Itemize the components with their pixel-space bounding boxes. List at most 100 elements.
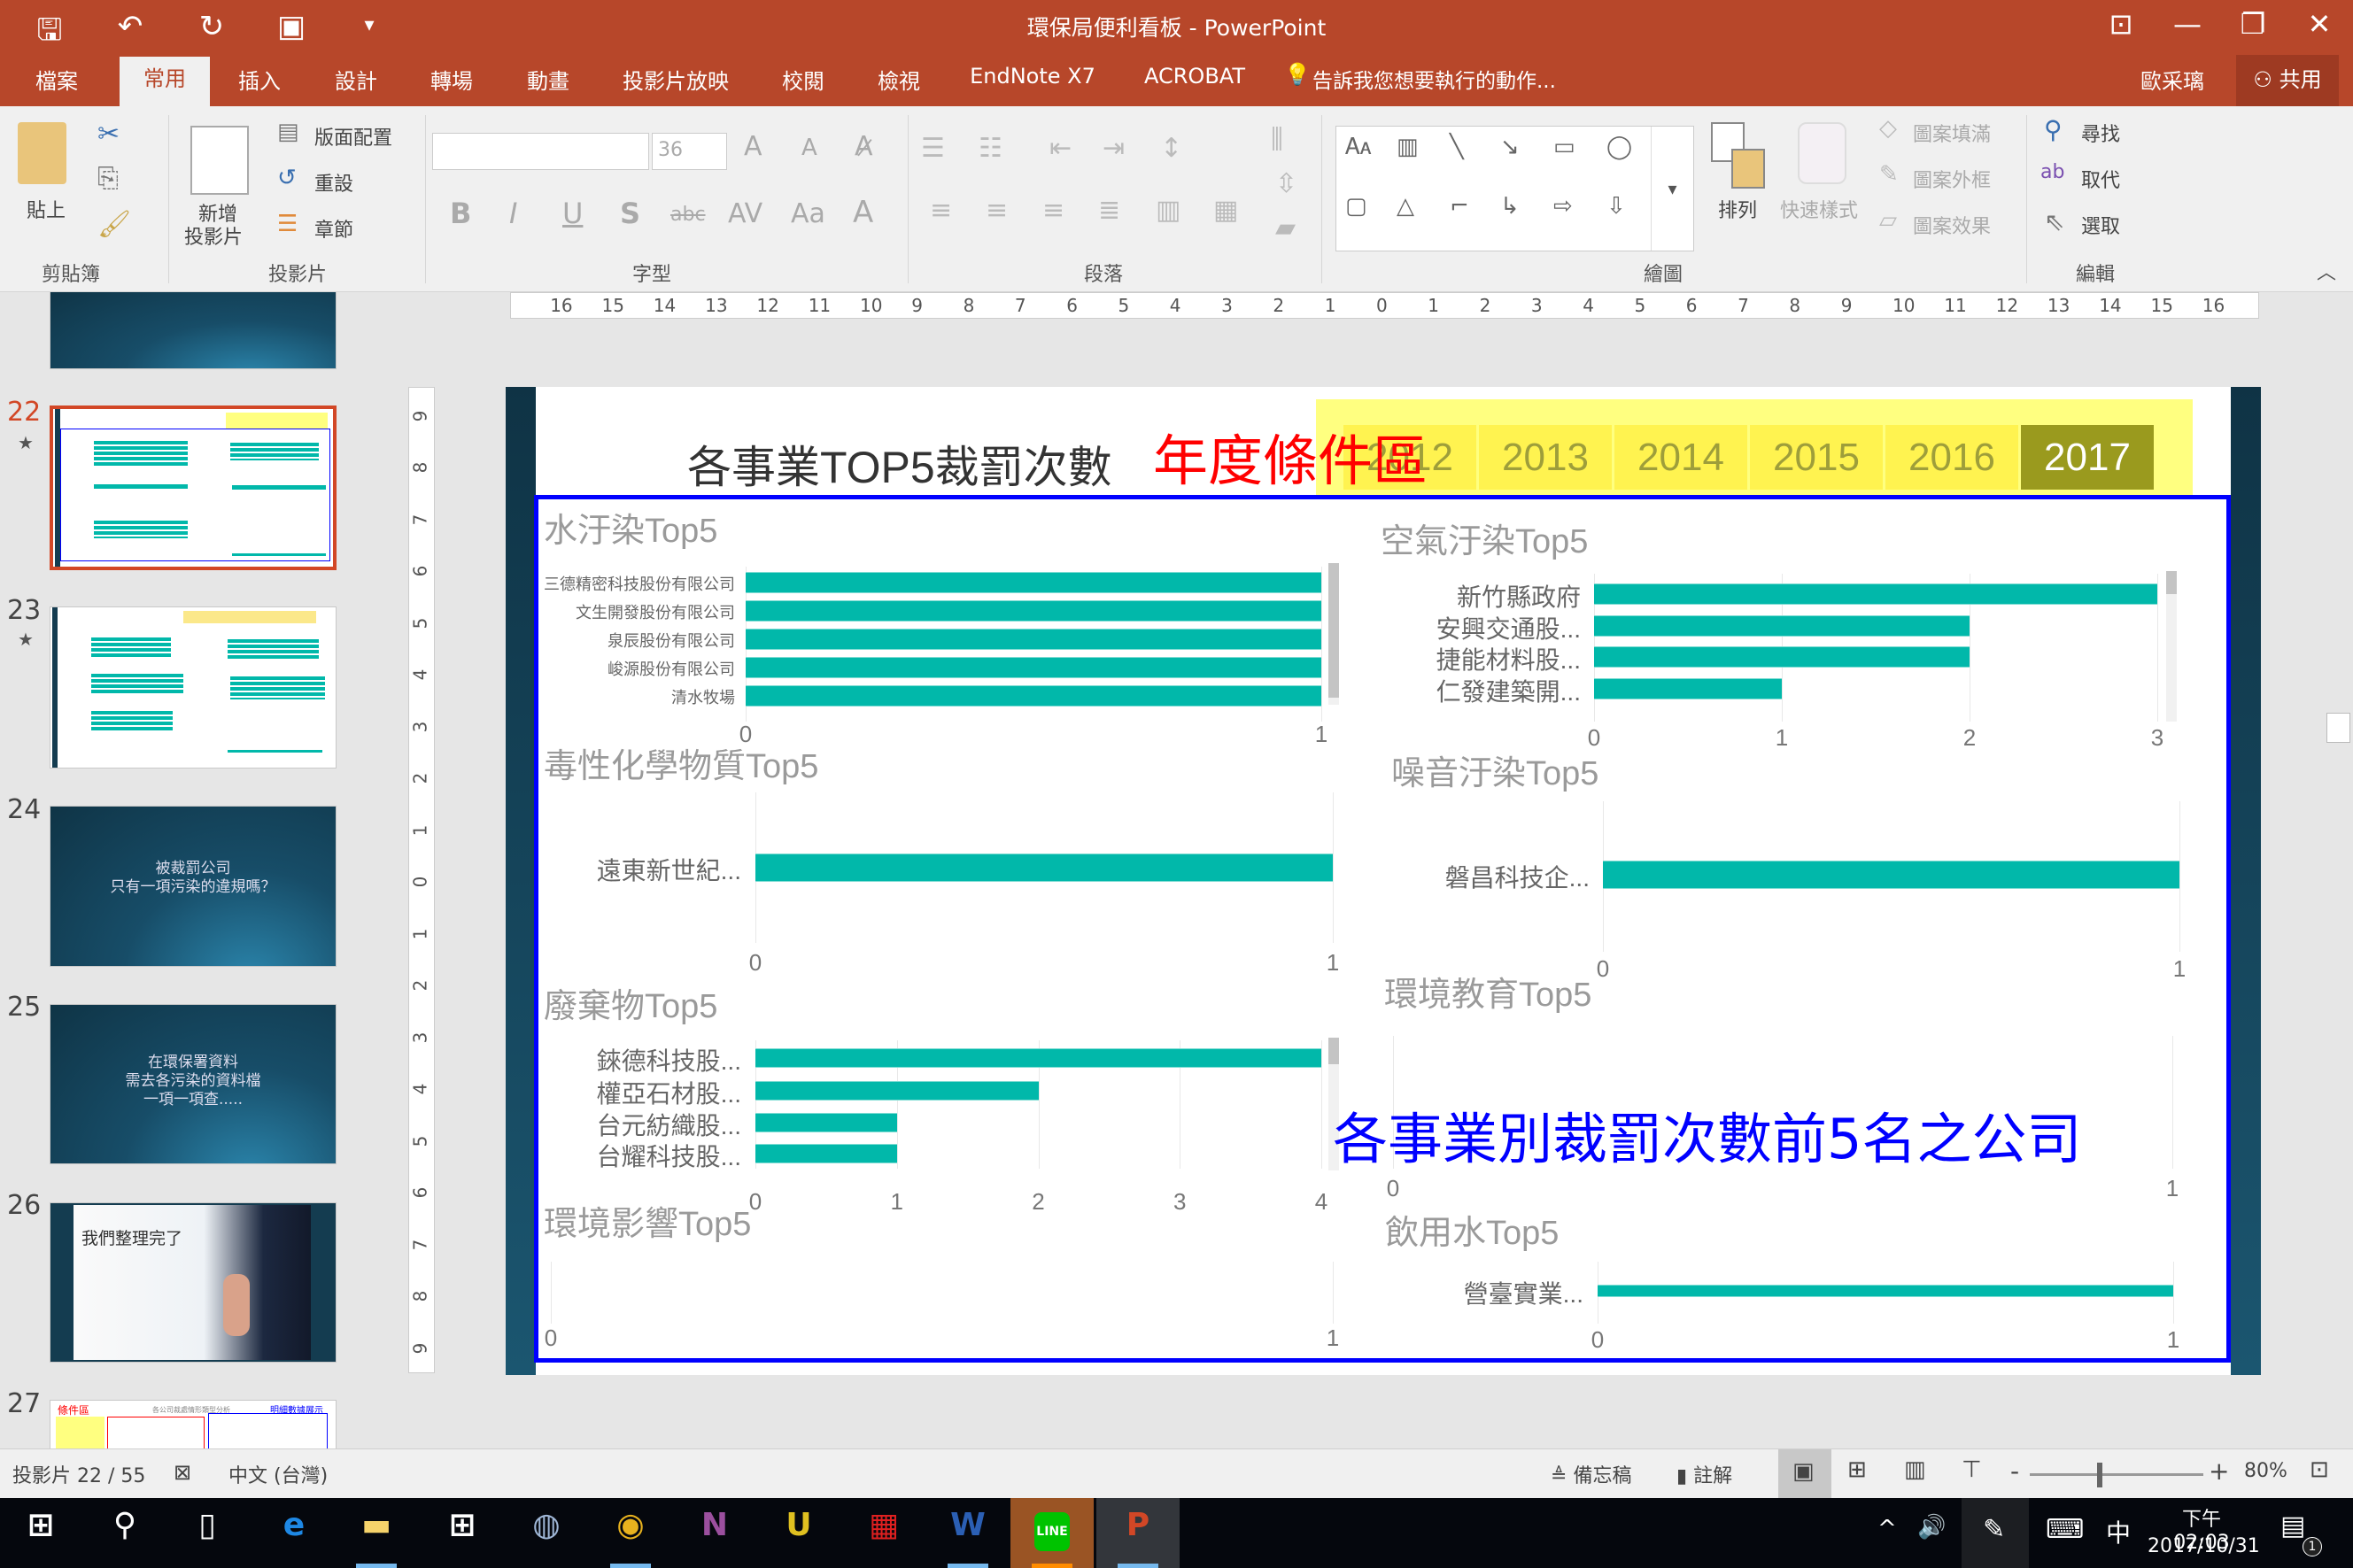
normal-view-button[interactable]: ▣ — [1778, 1449, 1831, 1499]
language-indicator[interactable]: 中文 (台灣) — [228, 1460, 328, 1488]
rectangle-icon[interactable]: ▭ — [1553, 134, 1575, 160]
slide-thumbnail-26[interactable]: 我們整理完了 — [50, 1202, 337, 1363]
slideshow-view-icon[interactable]: ⊤ — [1962, 1456, 1982, 1483]
action-center-icon[interactable]: ▤ — [2280, 1510, 2305, 1541]
taskbar-app-word[interactable]: W — [926, 1498, 1010, 1568]
share-button[interactable]: ⚇ 共用 — [2236, 55, 2339, 106]
tab-home[interactable]: 常用 — [120, 57, 210, 106]
tab-review[interactable]: 校閱 — [782, 64, 824, 95]
ribbon-display-options-icon[interactable]: ⊡ — [2094, 7, 2148, 41]
chart-scrollbar[interactable] — [2166, 571, 2177, 722]
shapes-gallery[interactable]: 🗛 ▥ ╲ ↘ ▭ ◯ ▢ △ ⌐ ↳ ⇨ ⇩ ▾ — [1335, 126, 1694, 251]
slide-thumbnail-27[interactable]: 條件區 各公司裁處情形類型分析 明細數據展示 — [50, 1400, 337, 1448]
character-spacing-button[interactable]: AV — [728, 198, 762, 229]
tab-animations[interactable]: 動畫 — [527, 64, 569, 95]
tab-view[interactable]: 檢視 — [878, 64, 920, 95]
taskbar-app-task-view[interactable]: ▯ — [166, 1498, 249, 1568]
arrow-line-icon[interactable]: ↘ — [1500, 134, 1520, 160]
year-button-2014[interactable]: 2014 — [1614, 425, 1747, 490]
category-label[interactable]: 遠東新世紀... — [387, 852, 741, 887]
columns-icon[interactable]: ▥ — [1156, 195, 1180, 226]
year-button-2015[interactable]: 2015 — [1750, 425, 1883, 490]
bar[interactable] — [755, 1081, 1039, 1101]
taskbar-app-onenote[interactable]: N — [673, 1498, 756, 1568]
zoom-in-button[interactable]: + — [2209, 1456, 2229, 1486]
slide-sorter-view-icon[interactable]: ⊞ — [1847, 1456, 1867, 1483]
gallery-more-icon[interactable]: ▾ — [1651, 127, 1693, 251]
category-label[interactable]: 權亞石材股... — [387, 1075, 741, 1110]
vertical-scrollbar[interactable] — [2324, 292, 2353, 1448]
slide-thumbnail-22[interactable] — [50, 406, 337, 570]
taskbar-app-store[interactable]: ⊞ — [421, 1498, 504, 1568]
horizontal-ruler[interactable]: 16 15 14 13 12 11 10 9 8 7 6 5 4 3 2 1 0 1 2 3 4 5 6 7 8 9 10 11 12 1… — [510, 292, 2259, 319]
bar[interactable] — [755, 1048, 1321, 1068]
tell-me-search[interactable]: 告訴我您想要執行的動作... — [1312, 64, 1556, 94]
slide-thumbnail-21[interactable] — [50, 292, 337, 369]
overlay-caption[interactable]: 各事業別裁罰次數前5名之公司 — [1333, 1094, 2081, 1174]
new-slide-button-line2[interactable]: 投影片 — [184, 221, 243, 250]
down-arrow-shape-icon[interactable]: ⇩ — [1606, 193, 1626, 220]
year-button-2016[interactable]: 2016 — [1885, 425, 2018, 490]
font-size-input[interactable]: 36 — [652, 133, 727, 170]
font-color-button[interactable]: A — [853, 195, 873, 230]
bar[interactable] — [1594, 615, 1970, 637]
format-painter-icon[interactable]: 🖌 — [97, 209, 131, 240]
new-slide-icon[interactable] — [190, 126, 249, 195]
category-label[interactable]: 文生開發股份有限公司 — [381, 600, 735, 623]
decrease-indent-icon[interactable]: ⇤ — [1049, 133, 1072, 164]
spell-check-icon[interactable]: ⊠ — [174, 1460, 191, 1485]
category-label[interactable]: 磐昌科技企... — [1235, 859, 1590, 894]
text-direction-icon[interactable]: ⫼ — [1271, 124, 1283, 155]
bar[interactable] — [1603, 861, 2179, 889]
section-button[interactable]: 章節 — [314, 214, 353, 243]
replace-button[interactable]: 取代 — [2081, 165, 2120, 193]
fit-to-window-icon[interactable]: ⊡ — [2310, 1456, 2329, 1483]
line-icon[interactable]: ╲ — [1450, 134, 1464, 160]
right-arrow-shape-icon[interactable]: ⇨ — [1553, 193, 1573, 220]
category-label[interactable]: 新竹縣政府 — [1227, 578, 1581, 614]
tab-slideshow[interactable]: 投影片放映 — [623, 64, 729, 95]
touch-keyboard-icon[interactable]: ⌨ — [2046, 1514, 2084, 1545]
slide-thumbnail-pane[interactable]: 22 ★ 23 ★ 24 被裁罰公司 只有一項污染的違規嗎？ 25 在環保署資料… — [0, 292, 402, 1448]
table-icon[interactable]: ▦ — [1213, 195, 1238, 226]
tab-acrobat[interactable]: ACROBAT — [1144, 64, 1245, 89]
align-right-icon[interactable]: ≡ — [1042, 195, 1064, 226]
chart-scrollbar-thumb[interactable] — [1328, 1038, 1339, 1064]
category-label[interactable]: 台耀科技股... — [387, 1138, 741, 1173]
quick-styles-button[interactable]: 快速樣式 — [1780, 195, 1858, 223]
taskbar-app-edge[interactable]: e — [252, 1498, 336, 1568]
category-label[interactable]: 泉辰股份有限公司 — [381, 629, 735, 652]
user-name[interactable]: 歐采璃 — [2140, 64, 2204, 95]
numbering-icon[interactable]: ☷ — [979, 133, 1002, 164]
bullets-icon[interactable]: ☰ — [921, 133, 945, 164]
zoom-slider-thumb[interactable] — [2096, 1463, 2102, 1487]
paste-button[interactable]: 貼上 — [27, 195, 66, 223]
find-button[interactable]: 尋找 — [2081, 119, 2120, 147]
change-case-button[interactable]: Aa — [791, 198, 825, 229]
elbow-connector-icon[interactable]: ⌐ — [1450, 193, 1469, 220]
arrange-button[interactable]: 排列 — [1718, 195, 1757, 223]
notes-button[interactable]: ≜ 備忘稿 — [1551, 1460, 1631, 1488]
bar[interactable] — [755, 1113, 897, 1132]
chart-scrollbar-thumb[interactable] — [2166, 571, 2177, 594]
bar[interactable] — [1594, 678, 1782, 699]
line-spacing-icon[interactable]: ↕ — [1160, 133, 1182, 164]
decrease-font-icon[interactable]: A — [801, 135, 817, 161]
paste-icon[interactable] — [18, 122, 66, 184]
triangle-icon[interactable]: △ — [1397, 193, 1414, 220]
justify-icon[interactable]: ≣ — [1098, 195, 1120, 226]
bar[interactable] — [1594, 646, 1970, 668]
pen-workspace-button[interactable]: ✎ — [1962, 1498, 2029, 1568]
zoom-out-button[interactable]: - — [2010, 1456, 2019, 1486]
show-hidden-icons-chevron[interactable]: ^ — [1877, 1516, 1897, 1542]
close-icon[interactable]: ✕ — [2293, 7, 2346, 41]
font-name-input[interactable] — [432, 133, 649, 170]
copy-icon[interactable]: ⎘ — [97, 163, 119, 194]
category-label[interactable]: 仁發建築開... — [1227, 673, 1581, 708]
year-button-2013[interactable]: 2013 — [1479, 425, 1612, 490]
bar[interactable] — [755, 1144, 897, 1163]
align-left-icon[interactable]: ≡ — [930, 195, 952, 226]
textbox-icon[interactable]: 🗛 — [1345, 134, 1371, 161]
elbow-arrow-connector-icon[interactable]: ↳ — [1500, 193, 1520, 220]
zoom-level[interactable]: 80% — [2244, 1460, 2287, 1482]
